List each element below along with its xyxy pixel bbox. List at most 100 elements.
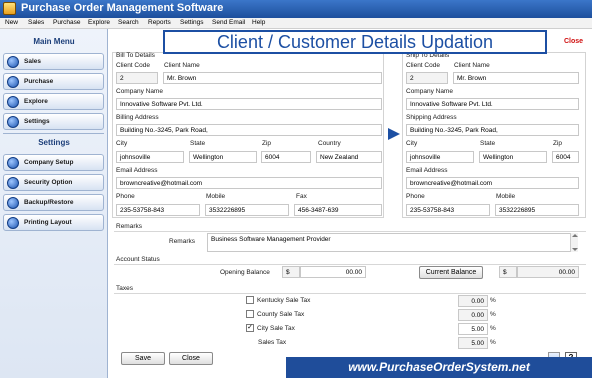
sidebar-item-security-option[interactable]: Security Option <box>3 174 104 191</box>
close-button[interactable]: Close <box>169 352 213 365</box>
sidebar-item-explore[interactable]: Explore <box>3 93 104 110</box>
county-tax-field[interactable]: 0.00 <box>458 309 488 321</box>
billing-address-field[interactable]: Building No.-3245, Park Road, <box>116 124 382 136</box>
ship-phone-field[interactable]: 235-53758-843 <box>406 204 490 216</box>
sales-tax-label: Sales Tax <box>258 339 287 346</box>
country-label: Country <box>318 140 341 147</box>
ship-mobile-label: Mobile <box>496 193 516 200</box>
close-link[interactable]: Close <box>564 38 583 45</box>
save-button[interactable]: Save <box>121 352 165 365</box>
scroll-up-icon[interactable] <box>572 234 578 237</box>
bill-phone-field[interactable]: 235-53758-843 <box>116 204 200 216</box>
client-name-label: Client Name <box>164 62 200 69</box>
purchase-icon <box>7 76 19 88</box>
kentucky-tax-label: Kentucky Sale Tax <box>257 297 311 304</box>
mobile-label: Mobile <box>206 193 226 200</box>
app-icon <box>3 2 16 15</box>
client-code-label: Client Code <box>116 62 150 69</box>
shipping-address-label: Shipping Address <box>406 114 457 121</box>
ship-city-label: City <box>406 140 418 147</box>
county-tax-label: County Sale Tax <box>257 311 305 318</box>
current-balance-button[interactable]: Current Balance <box>419 266 483 279</box>
taxes-divider <box>114 293 586 294</box>
bill-client-code-field[interactable]: 2 <box>116 72 158 84</box>
menu-settings[interactable]: Settings <box>180 19 204 26</box>
main-menu-title: Main Menu <box>33 37 75 46</box>
menu-new[interactable]: New <box>5 19 18 26</box>
menu-bar: New Sales Purchase Explore Search Report… <box>0 18 592 29</box>
sidebar-item-label: Backup/Restore <box>24 199 74 206</box>
state-label: State <box>190 140 206 147</box>
remarks-divider <box>114 231 586 232</box>
menu-sales[interactable]: Sales <box>28 19 44 26</box>
settings-title: Settings <box>38 138 70 147</box>
bill-zip-field[interactable]: 6004 <box>261 151 311 163</box>
printing-layout-icon <box>7 217 19 229</box>
shipping-address-field[interactable]: Building No.-3245, Park Road, <box>406 124 579 136</box>
scroll-down-icon[interactable] <box>572 248 578 251</box>
sidebar-item-settings[interactable]: Settings <box>3 113 104 130</box>
menu-purchase[interactable]: Purchase <box>53 19 80 26</box>
ship-mobile-field[interactable]: 3532226895 <box>495 204 579 216</box>
percent-sign: % <box>490 325 496 332</box>
bill-company-name-field[interactable]: Innovative Software Pvt. Ltd. <box>116 98 382 110</box>
kentucky-tax-field[interactable]: 0.00 <box>458 295 488 307</box>
menu-search[interactable]: Search <box>118 19 139 26</box>
ship-zip-label: Zip <box>553 140 563 147</box>
menu-explore[interactable]: Explore <box>88 19 110 26</box>
ship-client-code-field[interactable]: 2 <box>406 72 448 84</box>
bill-email-field[interactable]: browncreative@hotmail.com <box>116 177 382 189</box>
ship-client-code-label: Client Code <box>406 62 440 69</box>
email-label: Email Address <box>116 167 158 174</box>
bill-mobile-field[interactable]: 3532226895 <box>205 204 289 216</box>
backup-restore-icon <box>7 197 19 209</box>
menu-send-email[interactable]: Send Email <box>212 19 245 26</box>
current-currency: $ <box>499 266 517 278</box>
account-divider <box>114 264 586 265</box>
sidebar-item-company-setup[interactable]: Company Setup <box>3 154 104 171</box>
bill-client-name-field[interactable]: Mr. Brown <box>163 72 382 84</box>
county-tax-checkbox[interactable] <box>246 310 254 318</box>
copy-arrow-icon[interactable] <box>388 128 400 140</box>
sidebar-item-backup-restore[interactable]: Backup/Restore <box>3 194 104 211</box>
ship-state-field[interactable]: Wellington <box>479 151 547 163</box>
remarks-group-label: Remarks <box>116 223 143 230</box>
ship-city-field[interactable]: johnsoville <box>406 151 474 163</box>
account-status-label: Account Status <box>116 256 160 263</box>
explore-icon <box>7 96 19 108</box>
city-tax-checkbox[interactable]: ✓ <box>246 324 254 332</box>
city-tax-field[interactable]: 5.00 <box>458 323 488 335</box>
current-balance-field: 00.00 <box>517 266 579 278</box>
bill-state-field[interactable]: Wellington <box>189 151 257 163</box>
menu-help[interactable]: Help <box>252 19 265 26</box>
kentucky-tax-checkbox[interactable] <box>246 296 254 304</box>
percent-sign: % <box>490 297 496 304</box>
menu-reports[interactable]: Reports <box>148 19 171 26</box>
billing-address-label: Billing Address <box>116 114 159 121</box>
sidebar-item-sales[interactable]: Sales <box>3 53 104 70</box>
ship-zip-field[interactable]: 6004 <box>552 151 579 163</box>
sidebar-item-label: Explore <box>24 98 48 105</box>
sidebar-item-purchase[interactable]: Purchase <box>3 73 104 90</box>
sidebar-item-printing-layout[interactable]: Printing Layout <box>3 214 104 231</box>
remarks-field[interactable]: Business Software Management Provider <box>207 233 578 252</box>
ship-company-name-field[interactable]: Innovative Software Pvt. Ltd. <box>406 98 579 110</box>
sidebar-item-label: Purchase <box>24 78 54 85</box>
sidebar-item-label: Company Setup <box>24 159 74 166</box>
sales-tax-field: 5.00 <box>458 337 488 349</box>
ship-client-name-field[interactable]: Mr. Brown <box>453 72 579 84</box>
taxes-group-label: Taxes <box>116 285 133 292</box>
bill-city-field[interactable]: johnsoville <box>116 151 184 163</box>
sidebar-item-label: Printing Layout <box>24 219 72 226</box>
opening-balance-field[interactable]: 00.00 <box>300 266 366 278</box>
website-banner: www.PurchaseOrderSystem.net <box>286 357 592 378</box>
ship-email-label: Email Address <box>406 167 448 174</box>
bill-fax-field[interactable]: 456-3487-639 <box>294 204 382 216</box>
remarks-label: Remarks <box>169 238 196 245</box>
ship-email-field[interactable]: browncreative@hotmail.com <box>406 177 579 189</box>
sales-icon <box>7 56 19 68</box>
opening-balance-label: Opening Balance <box>220 269 270 276</box>
ship-client-name-label: Client Name <box>454 62 490 69</box>
bill-country-field[interactable]: New Zealand <box>316 151 382 163</box>
remarks-scrollbar[interactable] <box>570 233 578 252</box>
